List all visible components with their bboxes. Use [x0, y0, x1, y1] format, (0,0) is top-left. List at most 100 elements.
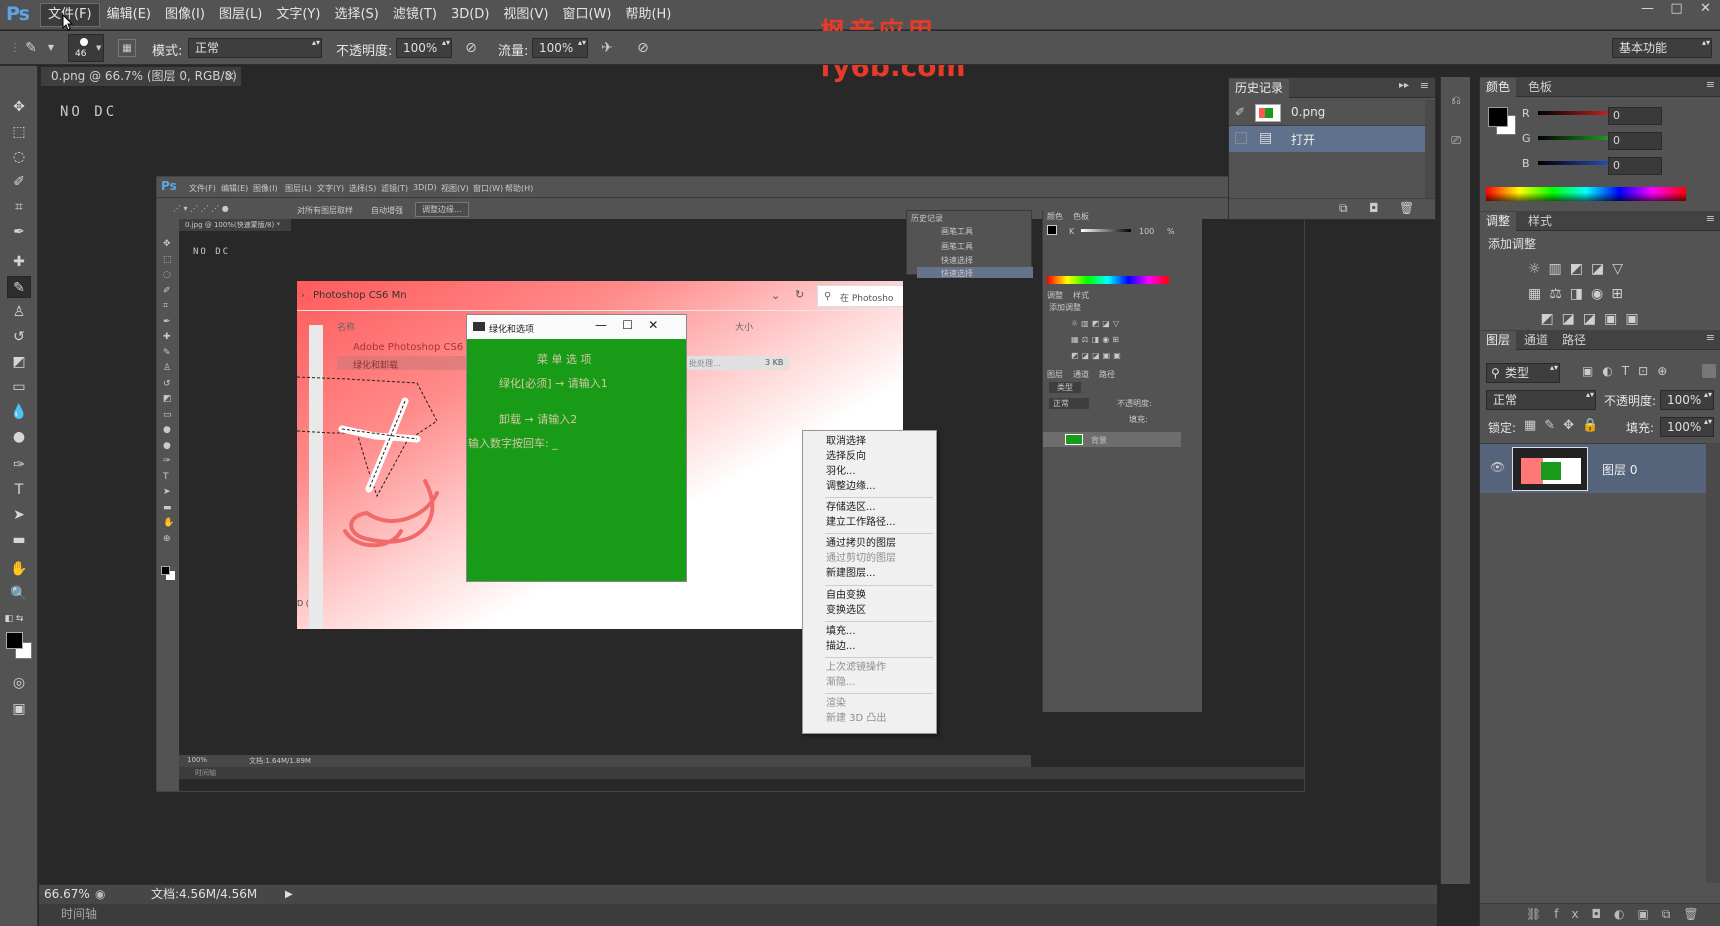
zoom-tool-icon[interactable]: 🔍: [7, 583, 31, 605]
lock-icons[interactable]: ▦✎✥🔒: [1524, 418, 1606, 433]
menu-edit[interactable]: 编辑(E): [100, 0, 158, 30]
brush-panel-icon[interactable]: ▦: [118, 39, 136, 57]
healing-brush-tool-icon[interactable]: ✚: [7, 251, 31, 273]
filter-toggle[interactable]: [1702, 364, 1716, 378]
pressure-opacity-icon[interactable]: ⊘: [462, 39, 480, 57]
flow-input[interactable]: 100%: [532, 38, 588, 58]
dodge-tool-icon[interactable]: ●: [7, 426, 31, 448]
foreground-color-swatch[interactable]: [6, 632, 23, 649]
mode-select[interactable]: 正常: [188, 38, 322, 58]
default-colors-icon[interactable]: ◧ ⇆: [2, 608, 26, 630]
minimize-button[interactable]: —: [1633, 0, 1662, 20]
color-foreground[interactable]: [1488, 107, 1508, 127]
chevron-down-icon: ▼: [96, 44, 102, 52]
shape-tool-icon[interactable]: ▬: [7, 529, 31, 551]
pressure-size-icon[interactable]: ⊘: [634, 39, 652, 57]
pen-tool-icon[interactable]: ✑: [7, 454, 31, 476]
clone-stamp-tool-icon[interactable]: ♙: [7, 301, 31, 323]
inner-k-label: K: [1069, 227, 1075, 236]
menu-3d[interactable]: 3D(D): [444, 0, 496, 30]
history-checkbox[interactable]: [1235, 132, 1247, 144]
channel-b-value[interactable]: 0: [1608, 157, 1662, 175]
trash-icon[interactable]: 🗑: [1399, 201, 1414, 215]
channel-b-slider[interactable]: [1538, 161, 1618, 165]
history-panel-icon[interactable]: ⎌: [1445, 89, 1467, 111]
tab-swatches[interactable]: 色板: [1522, 78, 1558, 97]
close-button[interactable]: ✕: [1691, 0, 1720, 20]
menu-image[interactable]: 图像(I): [158, 0, 212, 30]
document-tab[interactable]: 0.png @ 66.7% (图层 0, RGB/8) ×: [40, 66, 242, 86]
lasso-tool-icon[interactable]: ◌: [7, 146, 31, 168]
quick-mask-icon[interactable]: ◎: [7, 672, 31, 694]
move-tool-icon[interactable]: ✥: [7, 96, 31, 118]
status-menu-arrow-icon[interactable]: ▶: [285, 885, 293, 904]
panel-menu-icon[interactable]: ≡: [1706, 78, 1715, 91]
color-spectrum[interactable]: [1486, 187, 1686, 201]
tab-layers[interactable]: 图层: [1480, 331, 1517, 350]
eraser-tool-icon[interactable]: ◩: [7, 351, 31, 373]
panel-menu-icon[interactable]: ≡: [1706, 331, 1715, 344]
brush-preset-picker[interactable]: 46 ▼: [68, 34, 104, 62]
quick-select-tool-icon[interactable]: ✐: [7, 171, 31, 193]
layer-filter-icons[interactable]: ▣◐T⊡⊕: [1582, 364, 1676, 378]
camera-icon[interactable]: ◘: [1369, 201, 1379, 215]
maximize-button[interactable]: □: [1662, 0, 1691, 20]
new-document-from-state-icon[interactable]: ⧉: [1339, 201, 1348, 216]
panel-expand-icon[interactable]: ▸▸: [1399, 80, 1409, 91]
menu-help[interactable]: 帮助(H): [618, 0, 678, 30]
tool-preset-dropdown-icon[interactable]: ▼: [42, 39, 60, 57]
history-brush-source-icon[interactable]: ✐: [1235, 105, 1245, 119]
airbrush-icon[interactable]: ✈: [598, 39, 616, 57]
layer-opacity-input[interactable]: 100%: [1660, 390, 1714, 410]
panel-menu-icon[interactable]: ≡: [1706, 212, 1715, 225]
channel-g-slider[interactable]: [1538, 136, 1618, 140]
menu-filter[interactable]: 滤镜(T): [386, 0, 444, 30]
layer-row[interactable]: 👁 图层 0: [1480, 443, 1706, 493]
menu-select[interactable]: 选择(S): [327, 0, 385, 30]
workspace-select[interactable]: 基本功能: [1612, 38, 1712, 58]
tab-channels[interactable]: 通道: [1518, 331, 1554, 350]
layers-scrollbar[interactable]: [1706, 443, 1720, 883]
history-scrollbar[interactable]: [1425, 100, 1435, 198]
adjustment-icons[interactable]: ☼▥◩◪▽ ▦⚖◨◉⊞ ◩◪◪▣▣: [1528, 257, 1647, 332]
opacity-input[interactable]: 100%: [396, 38, 452, 58]
blur-tool-icon[interactable]: 💧: [7, 401, 31, 423]
menu-type[interactable]: 文字(Y): [269, 0, 327, 30]
blend-mode-select[interactable]: 正常: [1486, 390, 1596, 410]
tab-styles[interactable]: 样式: [1522, 212, 1558, 231]
ctx-item: 通过剪切的图层: [826, 553, 896, 564]
eyedropper-tool-icon[interactable]: ✒: [7, 221, 31, 243]
channel-g-value[interactable]: 0: [1608, 132, 1662, 150]
history-snapshot-row[interactable]: ✐ 0.png: [1229, 100, 1435, 126]
close-tab-icon[interactable]: ×: [225, 67, 235, 86]
marquee-tool-icon[interactable]: ⬚: [7, 121, 31, 143]
channel-r-slider[interactable]: [1538, 111, 1618, 115]
tab-history[interactable]: 历史记录: [1229, 79, 1290, 98]
zoom-level[interactable]: 66.67%: [44, 885, 90, 904]
crop-tool-icon[interactable]: ⌗: [7, 196, 31, 218]
brush-tool-icon[interactable]: ✎: [7, 276, 31, 298]
menu-layer[interactable]: 图层(L): [212, 0, 269, 30]
gradient-tool-icon[interactable]: ▭: [7, 376, 31, 398]
history-item-selected[interactable]: ▤ 打开: [1229, 126, 1425, 152]
properties-panel-icon[interactable]: ⎚: [1445, 129, 1467, 151]
timeline-bar[interactable]: 时间轴: [39, 904, 1437, 926]
tab-adjustments[interactable]: 调整: [1480, 212, 1517, 231]
hand-tool-icon[interactable]: ✋: [7, 558, 31, 580]
layer-fill-input[interactable]: 100%: [1660, 417, 1714, 437]
layer-footer-icons[interactable]: ⛓fx◘◐▣⧉🗑: [1526, 907, 1712, 922]
brush-tool-icon[interactable]: ✎: [22, 39, 40, 57]
status-info-icon[interactable]: ◉: [95, 885, 105, 904]
channel-r-value[interactable]: 0: [1608, 107, 1662, 125]
screen-mode-icon[interactable]: ▣: [7, 698, 31, 720]
panel-menu-icon[interactable]: ≡: [1420, 79, 1429, 92]
menu-view[interactable]: 视图(V): [496, 0, 555, 30]
layer-filter-select[interactable]: 类型 ⚲: [1486, 363, 1560, 383]
visibility-eye-icon[interactable]: 👁: [1490, 460, 1505, 474]
menu-window[interactable]: 窗口(W): [555, 0, 618, 30]
tab-paths[interactable]: 路径: [1556, 331, 1592, 350]
type-tool-icon[interactable]: T: [7, 479, 31, 501]
history-brush-tool-icon[interactable]: ↺: [7, 326, 31, 348]
tab-color[interactable]: 颜色: [1480, 78, 1517, 97]
path-select-tool-icon[interactable]: ➤: [7, 504, 31, 526]
